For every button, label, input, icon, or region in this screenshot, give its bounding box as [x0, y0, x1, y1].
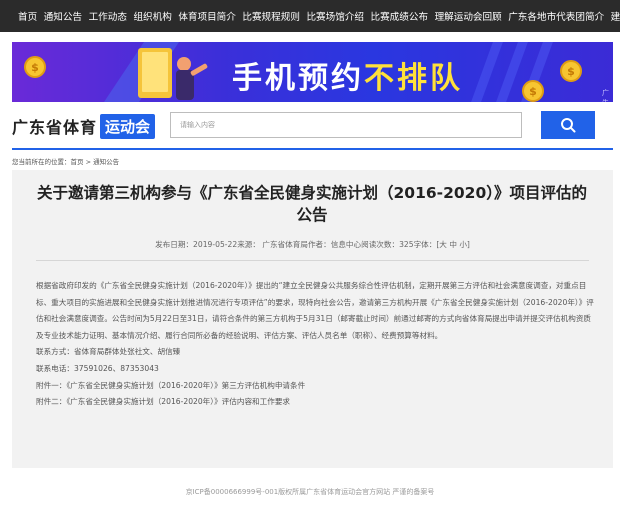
- meta-divider: [36, 260, 589, 261]
- breadcrumb: 您当前所在的位置：首页 > 通知公告: [12, 156, 119, 166]
- coin-icon: $: [560, 60, 582, 82]
- site-logo[interactable]: 广东省体育 运动会: [12, 113, 156, 139]
- phone-illustration-icon: [104, 42, 208, 102]
- coin-icon: $: [522, 80, 544, 102]
- contact-person: 联系方式：省体育局群体处张社文、胡信臻: [36, 347, 181, 357]
- nav-item-sports-intro[interactable]: 体育项目简介: [178, 9, 236, 23]
- breadcrumb-current-link[interactable]: 通知公告: [93, 158, 119, 166]
- promo-banner[interactable]: $ $ $ 手机预约不排队 广告: [12, 42, 613, 102]
- attachment-link-1[interactable]: 附件一：《广东省全民健身实施计划（2016-2020年）》第三方评估机构申请条件: [36, 378, 596, 395]
- ad-label: 广告: [602, 89, 609, 102]
- banner-slogan: 手机预约不排队: [232, 53, 463, 97]
- nav-item-venues[interactable]: 比赛场馆介绍: [306, 9, 364, 23]
- article-meta: 发布日期：2019-05-22来源： 广东省体育局作者：信息中心阅读次数：325…: [155, 240, 470, 249]
- article-title: 关于邀请第三机构参与《广东省全民健身实施计划（2016-2020）》项目评估的公…: [37, 184, 587, 224]
- nav-item-home[interactable]: 首页: [18, 9, 37, 23]
- contact-phone: 联系电话：37591026、87353043: [36, 363, 159, 373]
- search-icon: [561, 118, 576, 133]
- coin-icon: $: [24, 56, 46, 78]
- article-body: 根据省政府印发的《广东省全民健身实施计划（2016-2020年）》提出的“建立全…: [36, 278, 596, 411]
- nav-item-notices[interactable]: 通知公告: [44, 9, 82, 23]
- logo-text: 广东省体育: [12, 118, 98, 137]
- attachment-link-2[interactable]: 附件二：《广东省全民健身实施计划（2016-2020年）》评估内容和工作要求: [36, 394, 596, 411]
- search-button[interactable]: [541, 111, 595, 139]
- logo-badge: 运动会: [100, 113, 156, 139]
- nav-item-suggestion-mail[interactable]: 建议邮箱: [611, 9, 620, 23]
- top-nav: 首页 通知公告 工作动态 组织机构 体育项目简介 比赛规程规则 比赛场馆介绍 比…: [0, 0, 620, 32]
- nav-item-results[interactable]: 比赛成绩公布: [371, 9, 429, 23]
- article-paragraph: 根据省政府印发的《广东省全民健身实施计划（2016-2020年）》提出的“建立全…: [36, 281, 594, 340]
- footer-copyright: 京ICP备0000666999号-001版权所属广东省体育运动会官方网站 严谨的…: [185, 488, 435, 496]
- search-input[interactable]: 请输入内容: [170, 112, 522, 138]
- banner-slogan-highlight: 不排队: [364, 61, 463, 96]
- nav-item-delegations[interactable]: 广东各地市代表团简介: [508, 9, 604, 23]
- breadcrumb-separator: >: [83, 158, 94, 166]
- breadcrumb-home-link[interactable]: 首页: [71, 158, 84, 166]
- header-divider: [12, 148, 613, 150]
- breadcrumb-prefix: 您当前所在的位置：: [12, 158, 71, 166]
- nav-item-work-news[interactable]: 工作动态: [89, 9, 127, 23]
- article-panel: 关于邀请第三机构参与《广东省全民健身实施计划（2016-2020）》项目评估的公…: [12, 170, 613, 468]
- nav-item-rules[interactable]: 比赛规程规则: [242, 9, 300, 23]
- nav-item-organization[interactable]: 组织机构: [133, 9, 171, 23]
- banner-slogan-main: 手机预约: [232, 61, 364, 96]
- nav-item-review[interactable]: 理解运动会回顾: [435, 9, 502, 23]
